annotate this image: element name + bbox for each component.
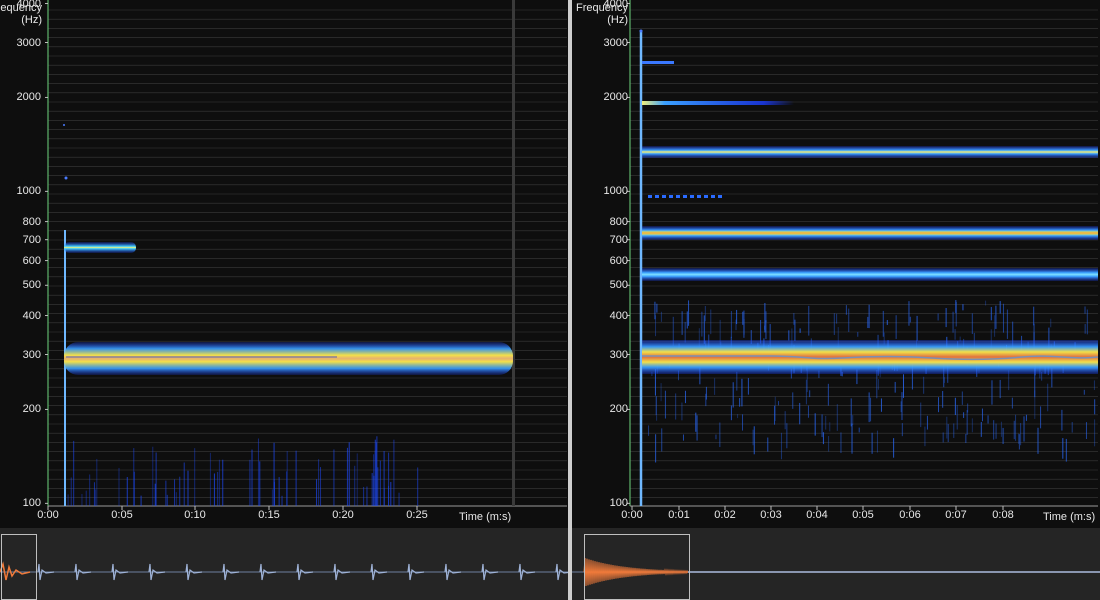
broadband-noise xyxy=(649,300,1095,462)
x-tick-label: 0:02 xyxy=(714,509,735,521)
y-tick-label: 400 xyxy=(588,310,628,322)
harmonic-dot-1150hz xyxy=(690,195,694,198)
harmonic-dot-1150hz xyxy=(697,195,701,198)
noise-dot xyxy=(65,177,68,180)
x-tick-label: 0:08 xyxy=(992,509,1013,521)
y-tick-label: 500 xyxy=(1,279,41,291)
y-tick-label: 4000 xyxy=(588,0,628,10)
x-tick-label: 0:04 xyxy=(806,509,827,521)
plot-end-marker xyxy=(512,0,515,506)
x-tick-label: 0:10 xyxy=(184,509,205,521)
y-tick-label: 800 xyxy=(588,216,628,228)
harmonic-dot-1150hz xyxy=(676,195,680,198)
y-tick-label: 100 xyxy=(1,497,41,509)
harmonic-band-830hz xyxy=(642,226,1098,240)
spectrogram-plot-left[interactable] xyxy=(0,0,568,528)
harmonic-dot-1150hz xyxy=(718,195,722,198)
y-tick-label: 500 xyxy=(588,279,628,291)
harmonic-dot-1150hz xyxy=(669,195,673,198)
y-tick-label: 2000 xyxy=(588,91,628,103)
y-tick-label: 600 xyxy=(588,255,628,267)
y-tick-label: 400 xyxy=(1,310,41,322)
gridlines xyxy=(48,10,567,498)
x-axis-title-right: Time (m:s) xyxy=(1043,511,1095,523)
harmonic-dot-1150hz xyxy=(662,195,666,198)
gridlines xyxy=(630,10,1098,498)
harmonic-dot-1150hz xyxy=(704,195,708,198)
y-tick-label: 3000 xyxy=(1,37,41,49)
y-axis-title-line2: (Hz) xyxy=(572,14,628,26)
x-tick-label: 0:25 xyxy=(406,509,427,521)
x-tick-label: 0:06 xyxy=(899,509,920,521)
low-frequency-noise xyxy=(68,436,418,506)
noise-dot xyxy=(63,124,65,126)
y-tick-label: 1000 xyxy=(1,185,41,197)
spectrogram-panel-left: equency (Hz) 4000 3000 2000 1000 800 700 600 50… xyxy=(0,0,568,600)
x-tick-label: 0:01 xyxy=(668,509,689,521)
harmonic-band-300hz xyxy=(64,342,513,375)
harmonic-band-2500hz xyxy=(642,101,794,105)
waveform-overview-left-svg xyxy=(0,528,568,600)
harmonic-band-590hz xyxy=(642,268,1098,281)
harmonic-band-750hz xyxy=(64,242,136,253)
spectrogram-plot-right[interactable] xyxy=(572,0,1100,528)
overview-viewport-handle[interactable] xyxy=(584,534,690,600)
harmonic-band-3500hz xyxy=(642,61,674,64)
harmonic-band-1650hz xyxy=(642,146,1098,158)
x-tick-label: 0:00 xyxy=(621,509,642,521)
waveform-overview-left[interactable] xyxy=(0,528,568,600)
overview-viewport-handle[interactable] xyxy=(1,534,37,600)
harmonic-dot-1150hz xyxy=(683,195,687,198)
spectrogram-panel-right: Frequency (Hz) 4000 3000 2000 1000 800 700 600… xyxy=(572,0,1100,600)
x-axis-title-left: Time (m:s) xyxy=(459,511,511,523)
y-tick-label: 300 xyxy=(588,349,628,361)
y-tick-label: 800 xyxy=(1,216,41,228)
y-tick-label: 600 xyxy=(1,255,41,267)
y-tick-label: 2000 xyxy=(1,91,41,103)
y-tick-label: 4000 xyxy=(1,0,41,10)
x-tick-label: 0:20 xyxy=(332,509,353,521)
y-tick-label: 300 xyxy=(1,349,41,361)
noise-dot xyxy=(640,30,643,33)
x-tick-label: 0:05 xyxy=(852,509,873,521)
y-axis-title-line2: (Hz) xyxy=(0,14,42,26)
y-tick-label: 3000 xyxy=(588,37,628,49)
y-tick-label: 700 xyxy=(1,234,41,246)
x-tick-label: 0:05 xyxy=(111,509,132,521)
harmonic-dot-1150hz xyxy=(655,195,659,198)
x-tick-label: 0:03 xyxy=(760,509,781,521)
y-tick-label: 200 xyxy=(1,403,41,415)
y-tick-label: 100 xyxy=(588,497,628,509)
x-tick-label: 0:07 xyxy=(945,509,966,521)
x-tick-label: 0:00 xyxy=(37,509,58,521)
waveform-overview-right[interactable] xyxy=(572,528,1100,600)
harmonic-dot-1150hz xyxy=(711,195,715,198)
harmonic-dot-1150hz xyxy=(648,195,652,198)
y-tick-label: 700 xyxy=(588,234,628,246)
y-tick-label: 200 xyxy=(588,403,628,415)
y-tick-label: 1000 xyxy=(588,185,628,197)
x-tick-label: 0:15 xyxy=(258,509,279,521)
